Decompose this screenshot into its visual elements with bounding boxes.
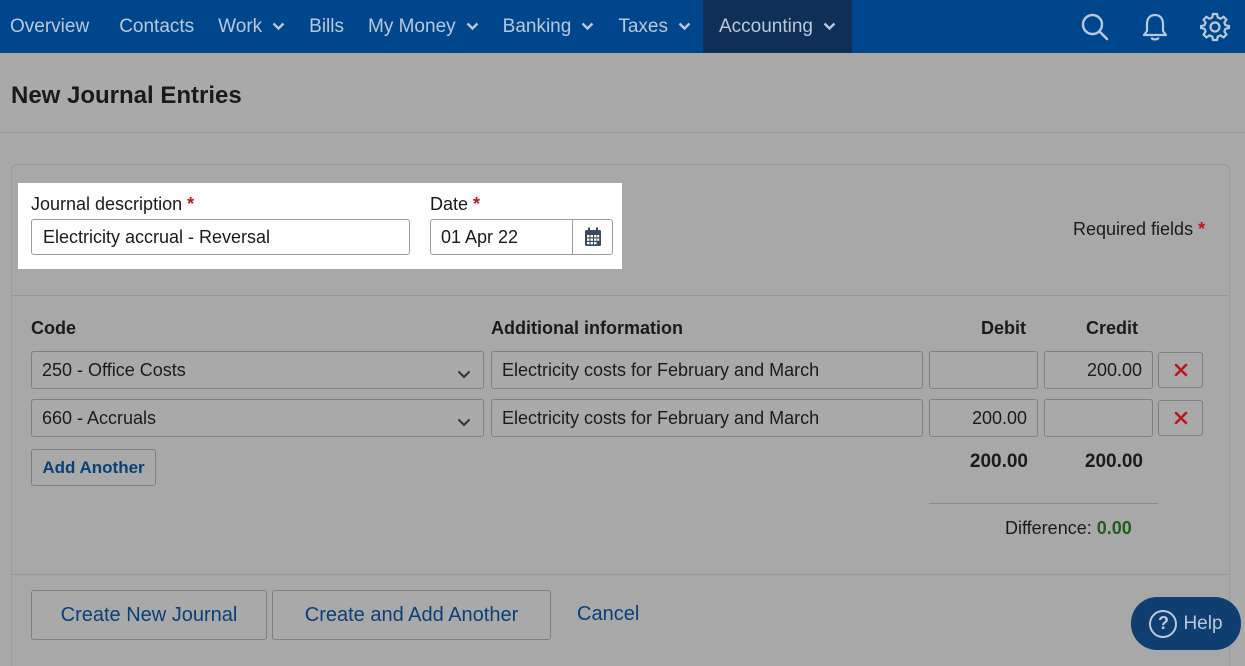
nav-item-work[interactable]: Work (206, 0, 297, 53)
chevron-down-icon (457, 412, 471, 433)
nav-label: Bills (309, 15, 344, 37)
difference-label: Difference: (1005, 518, 1092, 538)
help-icon: ? (1149, 609, 1178, 638)
additional-info-input[interactable]: Electricity costs for February and March (491, 399, 923, 437)
total-credit: 200.00 (1084, 451, 1143, 472)
chevron-down-icon (581, 22, 594, 31)
chevron-down-icon (823, 22, 836, 31)
nav-label: Work (218, 15, 263, 37)
select-value: 660 - Accruals (42, 407, 157, 428)
required-asterisk: * (473, 194, 481, 214)
chevron-down-icon (678, 22, 691, 31)
additional-info-input[interactable]: Electricity costs for February and March (491, 351, 923, 389)
delete-row-button[interactable] (1158, 400, 1203, 436)
close-icon (1174, 411, 1187, 425)
input-value: Electricity costs for February and March (502, 407, 820, 428)
account-code-select[interactable]: 660 - Accruals (31, 399, 484, 437)
journal-description-label: Journal description * (31, 194, 194, 215)
chevron-down-icon (466, 22, 479, 31)
close-icon (1174, 363, 1187, 377)
nav-label: Accounting (718, 15, 813, 37)
delete-row-button[interactable] (1158, 352, 1203, 388)
bell-icon[interactable] (1125, 0, 1185, 53)
nav-label: Overview (10, 15, 90, 37)
top-navigation: Overview Contacts Work Bills My Money Ba… (0, 0, 1245, 53)
chevron-down-icon (272, 22, 285, 31)
date-field (430, 219, 613, 255)
debit-input[interactable]: 200.00 (929, 399, 1038, 437)
nav-item-overview[interactable]: Overview (0, 0, 107, 53)
nav-item-accounting[interactable]: Accounting (702, 0, 852, 53)
calendar-icon[interactable] (572, 220, 612, 254)
difference-row: Difference: 0.00 (1005, 518, 1132, 539)
totals-divider (929, 503, 1158, 504)
credit-input[interactable]: 200.00 (1044, 351, 1153, 389)
nav-label: Banking (502, 15, 572, 37)
debit-input[interactable] (929, 351, 1038, 389)
required-asterisk: * (187, 194, 195, 214)
total-debit: 200.00 (969, 451, 1028, 472)
required-fields-note: Required fields * (1073, 219, 1205, 240)
credit-input[interactable] (1044, 399, 1153, 437)
section-divider (12, 295, 1229, 296)
note-text: Required fields (1073, 219, 1194, 239)
add-another-button[interactable]: Add Another (31, 449, 156, 486)
date-label: Date * (430, 194, 480, 215)
label-text: Date (430, 194, 469, 214)
input-value: 200.00 (1086, 359, 1142, 380)
date-input[interactable] (431, 220, 572, 254)
create-new-journal-button[interactable]: Create New Journal (31, 590, 267, 640)
gear-icon[interactable] (1185, 0, 1245, 53)
page-header: New Journal Entries (0, 53, 1245, 133)
page-title: New Journal Entries (11, 82, 242, 109)
column-header-credit: Credit (1086, 318, 1139, 338)
help-button[interactable]: ? Help (1131, 597, 1241, 650)
search-icon[interactable] (1065, 0, 1125, 53)
column-header-info: Additional information (491, 318, 683, 338)
nav-icon-group (1065, 0, 1245, 53)
nav-label: Taxes (618, 15, 668, 37)
help-label: Help (1183, 612, 1223, 634)
chevron-down-icon (457, 364, 471, 385)
column-header-code: Code (31, 318, 76, 338)
nav-item-taxes[interactable]: Taxes (606, 0, 703, 53)
cancel-link[interactable]: Cancel (577, 603, 639, 626)
create-and-add-another-button[interactable]: Create and Add Another (272, 590, 551, 640)
difference-value: 0.00 (1096, 518, 1132, 538)
input-value: 200.00 (971, 407, 1027, 428)
label-text: Journal description (31, 194, 183, 214)
nav-label: My Money (368, 15, 456, 37)
required-asterisk: * (1198, 219, 1206, 239)
nav-item-bills[interactable]: Bills (297, 0, 356, 53)
select-value: 250 - Office Costs (42, 359, 186, 380)
column-header-debit: Debit (981, 318, 1026, 338)
nav-item-my-money[interactable]: My Money (356, 0, 491, 53)
nav-label: Contacts (119, 15, 195, 37)
section-divider (12, 574, 1229, 575)
journal-description-input[interactable] (31, 219, 410, 255)
input-value: Electricity costs for February and March (502, 359, 820, 380)
account-code-select[interactable]: 250 - Office Costs (31, 351, 484, 389)
nav-item-banking[interactable]: Banking (491, 0, 607, 53)
nav-item-contacts[interactable]: Contacts (107, 0, 206, 53)
